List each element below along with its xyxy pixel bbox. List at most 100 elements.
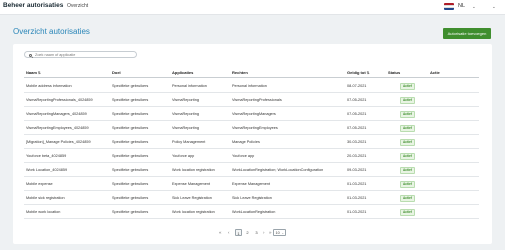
last-page-icon[interactable]: » [269,230,272,235]
table-row[interactable]: VismaReportingEmployees_4024859 Specifie… [24,121,479,135]
column-header-status: Status [388,70,401,75]
table-row[interactable]: Mobile expense Specifieke gebruikers Exp… [24,177,479,191]
cell-doel: Specifieke gebruikers [112,83,149,88]
first-page-icon[interactable]: « [219,230,222,235]
status-badge: Actief [400,124,415,132]
cell-rechten: Personal information [232,83,267,88]
status-badge: Actief [400,96,415,104]
next-page-icon[interactable]: › [263,230,265,235]
chevron-down-icon: ⌄ [281,231,284,235]
netherlands-flag-icon[interactable] [444,3,454,10]
page-3-button[interactable]: 3 [253,229,260,236]
search-placeholder: Zoek naam of applicatie [35,53,76,57]
status-badge: Actief [400,208,415,216]
table-row[interactable]: Mobile sick registration Specifieke gebr… [24,191,479,205]
page-1-button[interactable]: 1 [235,229,242,236]
rows-per-page-select[interactable]: 10 ⌄ [273,229,286,236]
cell-naam: Youforce beta_4024859 [26,153,67,158]
cell-applicaties: Expense Management [172,181,210,186]
column-header-actie: Actie [430,70,440,75]
cell-geldig-tot: 07-05-2021 [347,97,367,102]
column-header-applicaties: Applicaties [172,70,194,75]
cell-doel: Specifieke gebruikers [112,139,149,144]
table-row[interactable]: Work Location_4024859 Specifieke gebruik… [24,163,479,177]
cell-rechten: Sick Leave Registration [232,195,272,200]
search-icon [29,53,32,57]
cell-applicaties: VismaReporting [172,97,199,102]
status-badge: Actief [400,82,415,90]
table-row[interactable]: VismaReportingManagers_4024859 Specifiek… [24,107,479,121]
rows-per-page-value: 10 [275,231,280,235]
cell-geldig-tot: 08-07-2021 [347,83,367,88]
cell-rechten: VismaReportingManagers [232,111,276,116]
cell-doel: Specifieke gebruikers [112,111,149,116]
app-title: Beheer autorisaties [3,2,64,9]
status-badge: Actief [400,138,415,146]
cell-naam: [Migration]_Manage Policies_4024859 [26,139,91,144]
cell-doel: Specifieke gebruikers [112,167,149,172]
status-badge: Actief [400,110,415,118]
column-header-doel: Doel [112,70,121,75]
cell-doel: Specifieke gebruikers [112,195,149,200]
cell-rechten: Expense Management [232,181,270,186]
table-row[interactable]: VismaReportingProfessionals_4024859 Spec… [24,93,479,107]
user-menu-chevron-icon[interactable]: ⌄ [492,4,496,10]
cell-rechten: WorkLocationRegistration; WorkLocationCo… [232,167,324,172]
authorization-table-card: Zoek naam of applicatie Naam⇅ Doel Appli… [13,44,492,244]
cell-naam: Mobile expense [26,181,53,186]
status-badge: Actief [400,166,415,174]
status-badge: Actief [400,194,415,202]
cell-applicaties: Work location registration [172,209,215,214]
cell-doel: Specifieke gebruikers [112,153,149,158]
nav-item-overzicht[interactable]: Overzicht [67,3,88,9]
cell-geldig-tot: 01-03-2021 [347,195,367,200]
cell-doel: Specifieke gebruikers [112,125,149,130]
page-2-button[interactable]: 2 [244,229,251,236]
top-bar: Beheer autorisaties Overzicht NL ⌄ ⌄ [0,0,505,15]
cell-applicaties: Policy Management [172,139,206,144]
cell-geldig-tot: 01-03-2021 [347,181,367,186]
cell-geldig-tot: 09-03-2021 [347,167,367,172]
status-badge: Actief [400,152,415,160]
cell-naam: VismaReportingManagers_4024859 [26,111,87,116]
cell-geldig-tot: 30-03-2021 [347,139,367,144]
cell-applicaties: Work location registration [172,167,215,172]
cell-rechten: VismaReportingEmployees [232,125,278,130]
column-header-rechten: Rechten [232,70,248,75]
cell-naam: Mobile work location [26,209,61,214]
page-title: Overzicht autorisaties [13,27,90,36]
cell-naam: VismaReportingEmployees_4024859 [26,125,89,130]
column-header-naam[interactable]: Naam⇅ [26,70,41,75]
cell-naam: VismaReportingProfessionals_4024859 [26,97,93,102]
previous-page-icon[interactable]: ‹ [228,230,230,235]
language-selector[interactable]: NL [458,3,465,9]
cell-rechten: Youforce app [232,153,255,158]
cell-doel: Specifieke gebruikers [112,97,149,102]
cell-geldig-tot: 07-05-2021 [347,125,367,130]
cell-doel: Specifieke gebruikers [112,181,149,186]
sort-icon[interactable]: ⇅ [38,71,41,75]
column-header-geldig-tot[interactable]: Geldig tot⇅ [347,70,370,75]
cell-applicaties: Sick Leave Registration [172,195,212,200]
cell-naam: Work Location_4024859 [26,167,68,172]
cell-geldig-tot: 20-03-2021 [347,153,367,158]
cell-applicaties: Youforce app [172,153,195,158]
cell-rechten: WorkLocationRegistration [232,209,276,214]
cell-applicaties: Personal information [172,83,207,88]
add-authorization-button[interactable]: Autorisatie toevoegen [443,28,491,39]
table-row[interactable]: Mobile address information Specifieke ge… [24,79,479,93]
chevron-down-icon[interactable]: ⌄ [472,4,476,10]
table-row[interactable]: [Migration]_Manage Policies_4024859 Spec… [24,135,479,149]
cell-geldig-tot: 01-03-2021 [347,209,367,214]
table-row[interactable]: Mobile work location Specifieke gebruike… [24,205,479,219]
status-badge: Actief [400,180,415,188]
cell-geldig-tot: 07-05-2021 [347,111,367,116]
search-input[interactable]: Zoek naam of applicatie [24,51,137,58]
cell-applicaties: VismaReporting [172,125,199,130]
cell-rechten: Manage Policies [232,139,260,144]
sort-icon[interactable]: ⇅ [367,71,370,75]
cell-applicaties: VismaReporting [172,111,199,116]
cell-doel: Specifieke gebruikers [112,209,149,214]
table-row[interactable]: Youforce beta_4024859 Specifieke gebruik… [24,149,479,163]
cell-naam: Mobile address information [26,83,72,88]
